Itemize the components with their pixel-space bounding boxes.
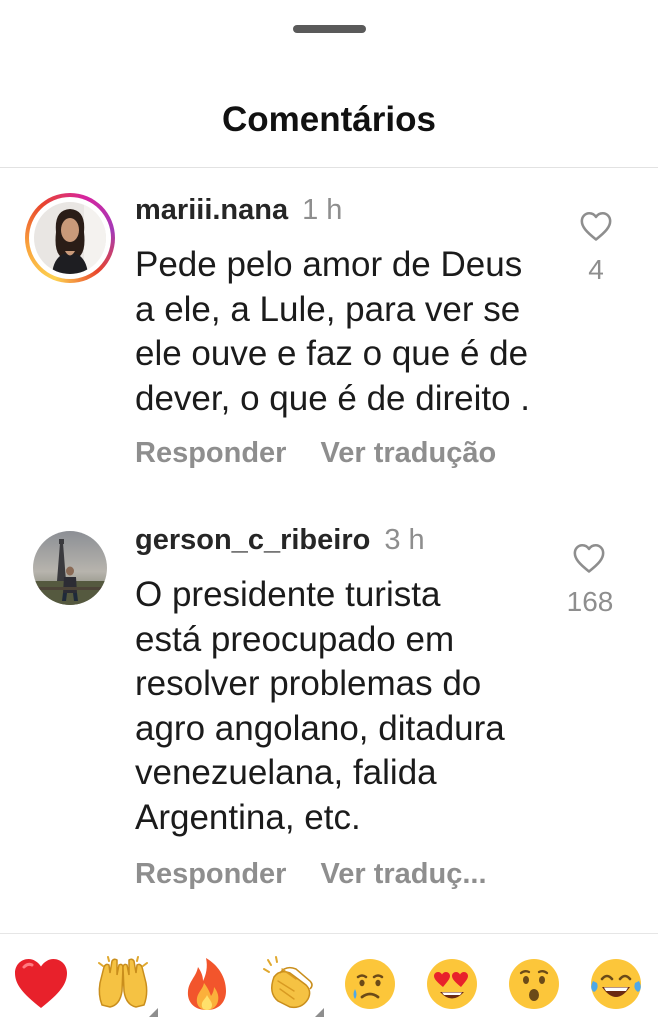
comments-sheet: Comentários mariii.nana1 h Pede pelo am xyxy=(0,0,658,1024)
comment-text-line: venezuelana, falida xyxy=(135,753,437,792)
astonished-face-emoji[interactable] xyxy=(505,955,563,1013)
raising-hands-icon xyxy=(98,956,148,1008)
crying-face-emoji[interactable] xyxy=(341,955,399,1013)
comment-actions: Responder Ver traduç... xyxy=(135,858,487,891)
avatar[interactable] xyxy=(25,193,115,283)
reaction-bar xyxy=(0,955,658,1017)
reaction-bar-divider xyxy=(0,933,658,934)
comment-username[interactable]: gerson_c_ribeiro xyxy=(135,524,370,556)
comment-time: 1 h xyxy=(302,194,343,226)
comment-actions: Responder Ver tradução xyxy=(135,437,496,470)
comment-meta: mariii.nana 1 h xyxy=(135,194,342,227)
heart-eyes-icon xyxy=(427,959,477,1009)
tears-of-joy-emoji[interactable] xyxy=(587,955,645,1013)
comment-text-line: dever, o que é de direito . xyxy=(135,378,530,418)
see-translation-button[interactable]: Ver tradução xyxy=(320,437,496,469)
reply-button[interactable]: Responder xyxy=(135,858,286,890)
red-heart-emoji[interactable] xyxy=(12,955,70,1013)
comment-meta: gerson_c_ribeiro 3 h xyxy=(135,524,425,557)
title-divider xyxy=(0,167,658,168)
clapping-hands-icon xyxy=(263,956,313,1009)
avatar-image xyxy=(34,202,106,274)
like-count: 4 xyxy=(588,254,604,285)
fire-emoji[interactable] xyxy=(178,955,236,1013)
comment-text-line: O presidente turista xyxy=(135,575,441,614)
heart-outline-icon[interactable] xyxy=(579,210,613,242)
see-translation-button[interactable]: Ver traduç... xyxy=(320,858,486,890)
crying-face-icon xyxy=(345,959,395,1009)
comment-text-line: Pede pelo amor de Deus xyxy=(135,245,523,284)
clapping-hands-emoji[interactable] xyxy=(260,955,324,1017)
comment-text: O presidente turista está preocupado em … xyxy=(135,573,555,840)
comment-time: 3 h xyxy=(384,524,425,556)
like-count: 168 xyxy=(566,586,614,617)
red-heart-icon xyxy=(15,959,67,1008)
comment-text-line: a ele, a Lule, para ver se xyxy=(135,289,521,329)
comment-text-line: resolver problemas do xyxy=(135,664,482,703)
avatar-image xyxy=(33,531,107,605)
comment-text-line: agro angolano, ditadura xyxy=(135,708,505,748)
comment-text-line: ele ouve e faz o que é de xyxy=(135,334,529,373)
comment-username[interactable]: mariii.nana xyxy=(135,194,288,226)
drag-handle[interactable] xyxy=(293,25,366,33)
reply-button[interactable]: Responder xyxy=(135,437,286,469)
tears-of-joy-icon xyxy=(591,959,641,1009)
heart-eyes-emoji[interactable] xyxy=(423,955,481,1013)
astonished-face-icon xyxy=(509,959,559,1009)
heart-outline-icon[interactable] xyxy=(572,542,606,574)
avatar[interactable] xyxy=(33,531,107,605)
fire-icon xyxy=(187,958,226,1010)
sheet-title: Comentários xyxy=(222,100,436,139)
comment-text: Pede pelo amor de Deus a ele, a Lule, pa… xyxy=(135,243,555,421)
comment-text-line: está preocupado em xyxy=(135,619,455,659)
comment-text-line: Argentina, etc. xyxy=(135,797,361,837)
raising-hands-emoji[interactable] xyxy=(94,955,158,1017)
